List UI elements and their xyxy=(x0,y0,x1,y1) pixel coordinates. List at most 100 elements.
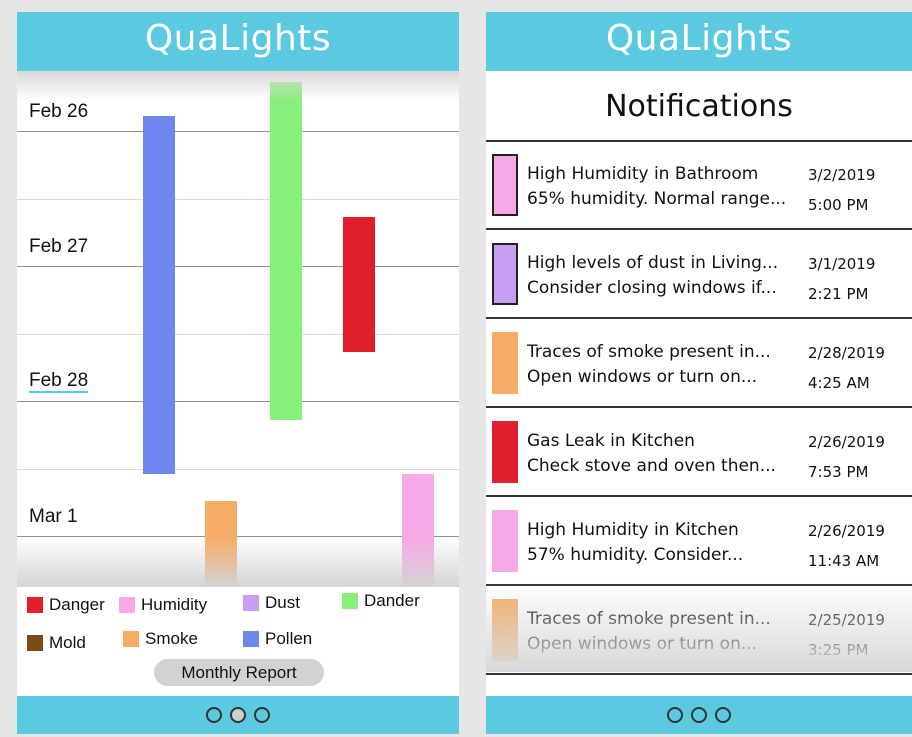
chart-legend: Monthly Report Danger Humidity Dust Dander M… xyxy=(17,587,459,697)
legend-label: Dust xyxy=(265,593,300,612)
page-dot[interactable] xyxy=(230,707,246,723)
notification-title: High Humidity in Bathroom xyxy=(527,164,759,184)
notification-text: Traces of smoke present in... Open window… xyxy=(527,340,797,390)
day-gridline xyxy=(17,401,459,402)
page-dot[interactable] xyxy=(715,707,731,723)
notification-text: High levels of dust in Living... Consider… xyxy=(527,251,797,301)
notification-date: 2/25/2019 xyxy=(808,611,885,629)
legend-label: Dander xyxy=(364,591,420,610)
notification-date: 2/28/2019 xyxy=(808,344,885,362)
legend-swatch xyxy=(342,593,358,609)
app-title: QuaLights xyxy=(486,12,912,71)
legend-item-danger: Danger xyxy=(27,595,105,615)
chart-top-shade xyxy=(17,71,459,101)
notification-timestamp: 2/26/2019 11:43 AM xyxy=(808,516,885,576)
notification-color-tag xyxy=(492,243,518,305)
notification-color-tag xyxy=(492,154,518,216)
notification-time: 7:53 PM xyxy=(808,463,869,481)
notification-color-tag xyxy=(492,421,518,483)
page-dot[interactable] xyxy=(667,707,683,723)
notification-time: 4:25 AM xyxy=(808,374,870,392)
page-dot[interactable] xyxy=(206,707,222,723)
notification-date: 3/2/2019 xyxy=(808,166,876,184)
app-title: QuaLights xyxy=(17,12,459,71)
bar-pollen[interactable] xyxy=(143,115,175,474)
legend-item-pollen: Pollen xyxy=(243,629,312,649)
legend-swatch xyxy=(123,631,139,647)
legend-swatch xyxy=(243,631,259,647)
half-day-gridline xyxy=(17,333,459,335)
legend-item-dust: Dust xyxy=(243,593,300,613)
day-gridline xyxy=(17,536,459,537)
notification-title: High Humidity in Kitchen xyxy=(527,520,739,540)
notification-body: 57% humidity. Consider... xyxy=(527,545,744,565)
notification-timestamp: 3/2/2019 5:00 PM xyxy=(808,160,875,220)
half-day-gridline xyxy=(17,468,459,470)
notification-title: High levels of dust in Living... xyxy=(527,253,779,273)
page-dot[interactable] xyxy=(691,707,707,723)
timeline-chart[interactable]: Feb 26 Feb 27 Feb 28 Mar 1 xyxy=(17,71,459,587)
page-indicator[interactable] xyxy=(17,696,459,734)
notification-time: 2:21 PM xyxy=(808,285,869,303)
notification-date: 2/26/2019 xyxy=(808,522,885,540)
bar-smoke[interactable] xyxy=(205,500,237,587)
chart-screen: QuaLights Feb 26 Feb 27 Feb 28 Mar 1 Monthl… xyxy=(17,12,459,734)
legend-label: Smoke xyxy=(145,629,198,648)
notifications-heading: Notifications xyxy=(486,71,912,142)
legend-item-smoke: Smoke xyxy=(123,629,198,649)
legend-swatch xyxy=(27,597,43,613)
bar-humidity[interactable] xyxy=(402,473,434,587)
bar-danger[interactable] xyxy=(343,217,375,352)
notification-body: Open windows or turn on... xyxy=(527,634,758,654)
legend-label: Pollen xyxy=(265,629,313,648)
notification-timestamp: 2/25/2019 3:25 PM xyxy=(808,605,885,665)
notification-item[interactable]: High Humidity in Kitchen 57% humidity. Co… xyxy=(486,498,912,586)
notification-time: 11:43 AM xyxy=(808,552,880,570)
notification-time: 3:25 PM xyxy=(808,641,869,659)
notifications-screen: QuaLights Notifications High Humidity in… xyxy=(486,12,912,734)
day-gridline xyxy=(17,131,459,132)
day-label: Mar 1 xyxy=(29,506,78,527)
notification-body: 65% humidity. Normal range... xyxy=(527,189,787,209)
day-label: Feb 26 xyxy=(29,101,89,122)
monthly-report-button[interactable]: Monthly Report xyxy=(154,659,324,686)
notification-timestamp: 2/28/2019 4:25 AM xyxy=(808,338,885,398)
notification-body: Consider closing windows if... xyxy=(527,278,777,298)
notification-body: Check stove and oven then... xyxy=(527,456,776,476)
notification-color-tag xyxy=(492,599,518,661)
legend-label: Humidity xyxy=(141,595,208,614)
notification-timestamp: 3/1/2019 2:21 PM xyxy=(808,249,875,309)
notification-text: Gas Leak in Kitchen Check stove and oven … xyxy=(527,429,797,479)
notification-item[interactable]: High Humidity in Bathroom 65% humidity. N… xyxy=(486,142,912,230)
notification-text: High Humidity in Bathroom 65% humidity. N… xyxy=(527,162,797,212)
legend-label: Danger xyxy=(49,595,105,614)
notification-date: 3/1/2019 xyxy=(808,255,876,273)
notification-text: High Humidity in Kitchen 57% humidity. Co… xyxy=(527,518,797,568)
bar-dander[interactable] xyxy=(270,82,302,420)
legend-swatch xyxy=(243,595,259,611)
legend-label: Mold xyxy=(49,633,86,652)
notification-timestamp: 2/26/2019 7:53 PM xyxy=(808,427,885,487)
notification-item[interactable]: High levels of dust in Living... Consider… xyxy=(486,231,912,319)
day-label: Feb 27 xyxy=(29,236,89,257)
legend-item-humidity: Humidity xyxy=(119,595,207,615)
notification-color-tag xyxy=(492,332,518,394)
notification-title: Gas Leak in Kitchen xyxy=(527,431,695,451)
page-dot[interactable] xyxy=(254,707,270,723)
legend-swatch xyxy=(27,635,43,651)
legend-swatch xyxy=(119,597,135,613)
notification-title: Traces of smoke present in... xyxy=(527,609,771,629)
notification-color-tag xyxy=(492,510,518,572)
chart-bottom-shade xyxy=(17,537,459,587)
notification-item[interactable]: Traces of smoke present in... Open window… xyxy=(486,587,912,675)
notification-time: 5:00 PM xyxy=(808,196,869,214)
notification-item[interactable]: Traces of smoke present in... Open window… xyxy=(486,320,912,408)
notification-title: Traces of smoke present in... xyxy=(527,342,771,362)
day-gridline xyxy=(17,266,459,267)
notification-body: Open windows or turn on... xyxy=(527,367,758,387)
page-indicator[interactable] xyxy=(486,696,912,734)
day-label: Feb 28 xyxy=(29,370,89,393)
notification-text: Traces of smoke present in... Open window… xyxy=(527,607,797,657)
notification-item[interactable]: Gas Leak in Kitchen Check stove and oven … xyxy=(486,409,912,497)
notification-date: 2/26/2019 xyxy=(808,433,885,451)
